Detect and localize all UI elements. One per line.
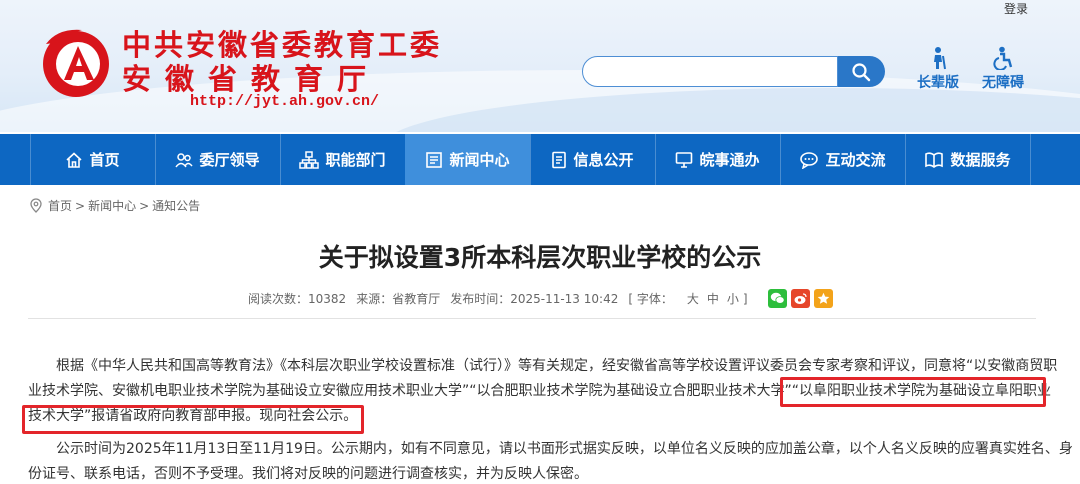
location-pin-icon	[30, 198, 42, 213]
nav-item-label: 皖事通办	[699, 151, 760, 169]
favorite-icon	[817, 292, 829, 304]
nav-item-data-services[interactable]: 数据服务	[905, 134, 1030, 185]
elder-mode-label: 长辈版	[917, 75, 959, 91]
elder-mode-button[interactable]: 长辈版	[908, 46, 968, 92]
news-icon	[426, 151, 443, 168]
share-wechat-button[interactable]	[767, 289, 787, 308]
nav-item-label: 新闻中心	[449, 151, 510, 169]
monitor-icon	[676, 151, 693, 168]
paragraph-2-line: 份证号、联系电话，否则不予受理。我们将对反映的问题进行调查核实，并为反映人保密。	[28, 466, 588, 482]
nav-item-info-disclosure[interactable]: 信息公开	[530, 134, 655, 185]
search-button[interactable]	[838, 56, 885, 87]
nav-item-interaction[interactable]: 互动交流	[780, 134, 905, 185]
nav-item-home[interactable]: 首页	[30, 134, 155, 185]
font-size-suffix: ]	[742, 292, 748, 306]
article-source: 来源：省教育厅	[356, 292, 441, 306]
document-icon	[552, 151, 567, 168]
search-input[interactable]	[582, 56, 838, 87]
breadcrumb-separator: >	[139, 198, 150, 213]
nav-item-label: 委厅领导	[199, 151, 260, 169]
font-size-switcher: [ 字体： 大中小]	[628, 290, 757, 307]
breadcrumb-separator: >	[75, 198, 86, 213]
breadcrumb-notices[interactable]: 通知公告	[152, 197, 200, 214]
site-header: 登录 中共安徽省委教育工委 安徽省教育厅 http://jyt.ah.gov.c…	[0, 0, 1080, 132]
book-icon	[925, 151, 944, 168]
font-size-small[interactable]: 小	[727, 292, 739, 306]
paragraph-1-line: 根据《中华人民共和国高等教育法》《本科层次职业学校设置标准（试行）》等有关规定，…	[28, 358, 1058, 374]
share-weibo-button[interactable]	[790, 289, 810, 308]
article-title: 关于拟设置3所本科层次职业学校的公示	[318, 243, 762, 272]
site-title-line2: 安徽省教育厅	[122, 62, 381, 96]
breadcrumb-home[interactable]: 首页	[48, 197, 72, 214]
site-url: http://jyt.ah.gov.cn/	[190, 93, 380, 110]
highlight-box	[780, 377, 1046, 407]
accessibility-icon	[993, 46, 1013, 70]
favorite-button[interactable]	[813, 289, 833, 308]
main-nav: 首页 委厅领导 职能部门 新闻中心 信息公开 皖事通办 互动交流 数据服务	[0, 134, 1080, 185]
nav-item-label: 职能部门	[325, 151, 386, 169]
accessibility-label: 无障碍	[982, 75, 1024, 91]
breadcrumb-news[interactable]: 新闻中心	[88, 197, 136, 214]
font-size-large[interactable]: 大	[687, 292, 699, 306]
wechat-icon	[770, 292, 785, 304]
home-icon	[66, 151, 83, 168]
font-size-medium[interactable]: 中	[707, 292, 719, 306]
nav-item-label: 信息公开	[573, 151, 634, 169]
nav-item-label: 首页	[89, 151, 120, 169]
paragraph-2-line: 公示时间为2025年11月13日至11月19日。公示期内，如有不同意见，请以书面…	[28, 441, 1073, 457]
article-meta: 阅读次数：10382 来源：省教育厅 发布时间：2025-11-13 10:42…	[248, 289, 837, 308]
login-link[interactable]: 登录	[1004, 0, 1028, 17]
org-chart-icon	[299, 150, 320, 169]
view-count: 阅读次数：10382	[248, 292, 347, 306]
search-icon	[852, 63, 871, 82]
people-icon	[175, 152, 194, 167]
nav-item-label: 互动交流	[825, 151, 886, 169]
nav-item-news[interactable]: 新闻中心	[405, 134, 530, 185]
accessibility-button[interactable]: 无障碍	[973, 46, 1033, 92]
nav-item-services[interactable]: 皖事通办	[655, 134, 780, 185]
weibo-icon	[794, 293, 807, 304]
elder-icon	[934, 47, 946, 70]
nav-item-leaders[interactable]: 委厅领导	[155, 134, 280, 185]
meta-divider	[28, 318, 1036, 319]
publish-time: 发布时间：2025-11-13 10:42	[450, 292, 619, 306]
font-size-prefix: [ 字体：	[628, 292, 673, 306]
chat-icon	[800, 151, 819, 169]
breadcrumb: 首页 > 新闻中心 > 通知公告	[30, 197, 203, 214]
highlight-box	[22, 405, 364, 434]
nav-item-departments[interactable]: 职能部门	[280, 134, 405, 185]
nav-divider	[1030, 134, 1031, 185]
site-logo-icon	[43, 29, 109, 97]
nav-item-label: 数据服务	[950, 151, 1011, 169]
